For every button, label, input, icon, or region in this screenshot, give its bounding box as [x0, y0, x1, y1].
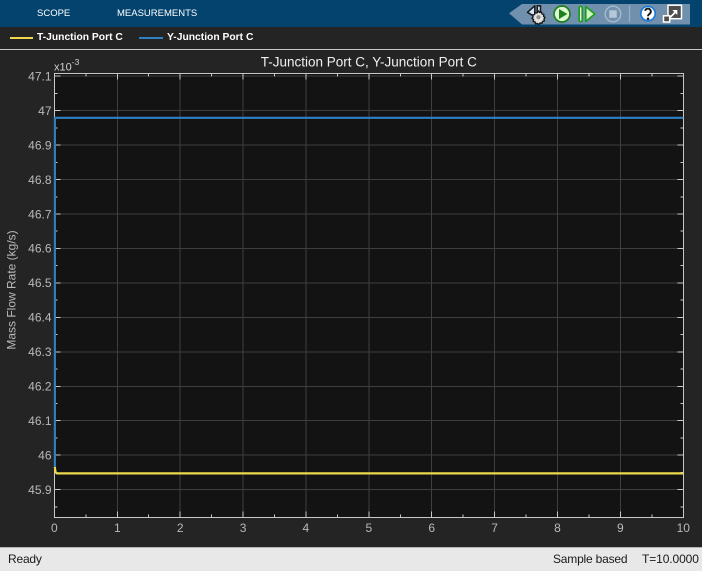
svg-text:47.1: 47.1: [28, 69, 52, 83]
svg-text:47: 47: [38, 104, 52, 118]
svg-text:0: 0: [51, 521, 58, 535]
svg-text:46.5: 46.5: [28, 276, 52, 290]
svg-text:46.1: 46.1: [28, 414, 52, 428]
svg-text:6: 6: [428, 521, 435, 535]
svg-text:x10-3: x10-3: [54, 57, 80, 74]
svg-text:46.8: 46.8: [28, 173, 52, 187]
svg-text:46.2: 46.2: [28, 380, 52, 394]
svg-text:7: 7: [491, 521, 498, 535]
svg-text:1: 1: [114, 521, 121, 535]
svg-text:Mass Flow Rate (kg/s): Mass Flow Rate (kg/s): [5, 230, 19, 349]
svg-text:46.9: 46.9: [28, 138, 52, 152]
svg-text:2: 2: [177, 521, 184, 535]
svg-text:46: 46: [38, 449, 52, 463]
svg-text:3: 3: [240, 521, 247, 535]
svg-text:5: 5: [365, 521, 372, 535]
svg-text:45.9: 45.9: [28, 483, 52, 497]
svg-text:46.4: 46.4: [28, 311, 52, 325]
svg-text:8: 8: [554, 521, 561, 535]
svg-text:T-Junction Port C, Y-Junction: T-Junction Port C, Y-Junction Port C: [261, 54, 477, 69]
svg-text:46.7: 46.7: [28, 207, 52, 221]
svg-text:10: 10: [677, 521, 691, 535]
svg-text:46.3: 46.3: [28, 345, 52, 359]
svg-text:9: 9: [617, 521, 624, 535]
svg-text:4: 4: [303, 521, 310, 535]
svg-text:46.6: 46.6: [28, 242, 52, 256]
